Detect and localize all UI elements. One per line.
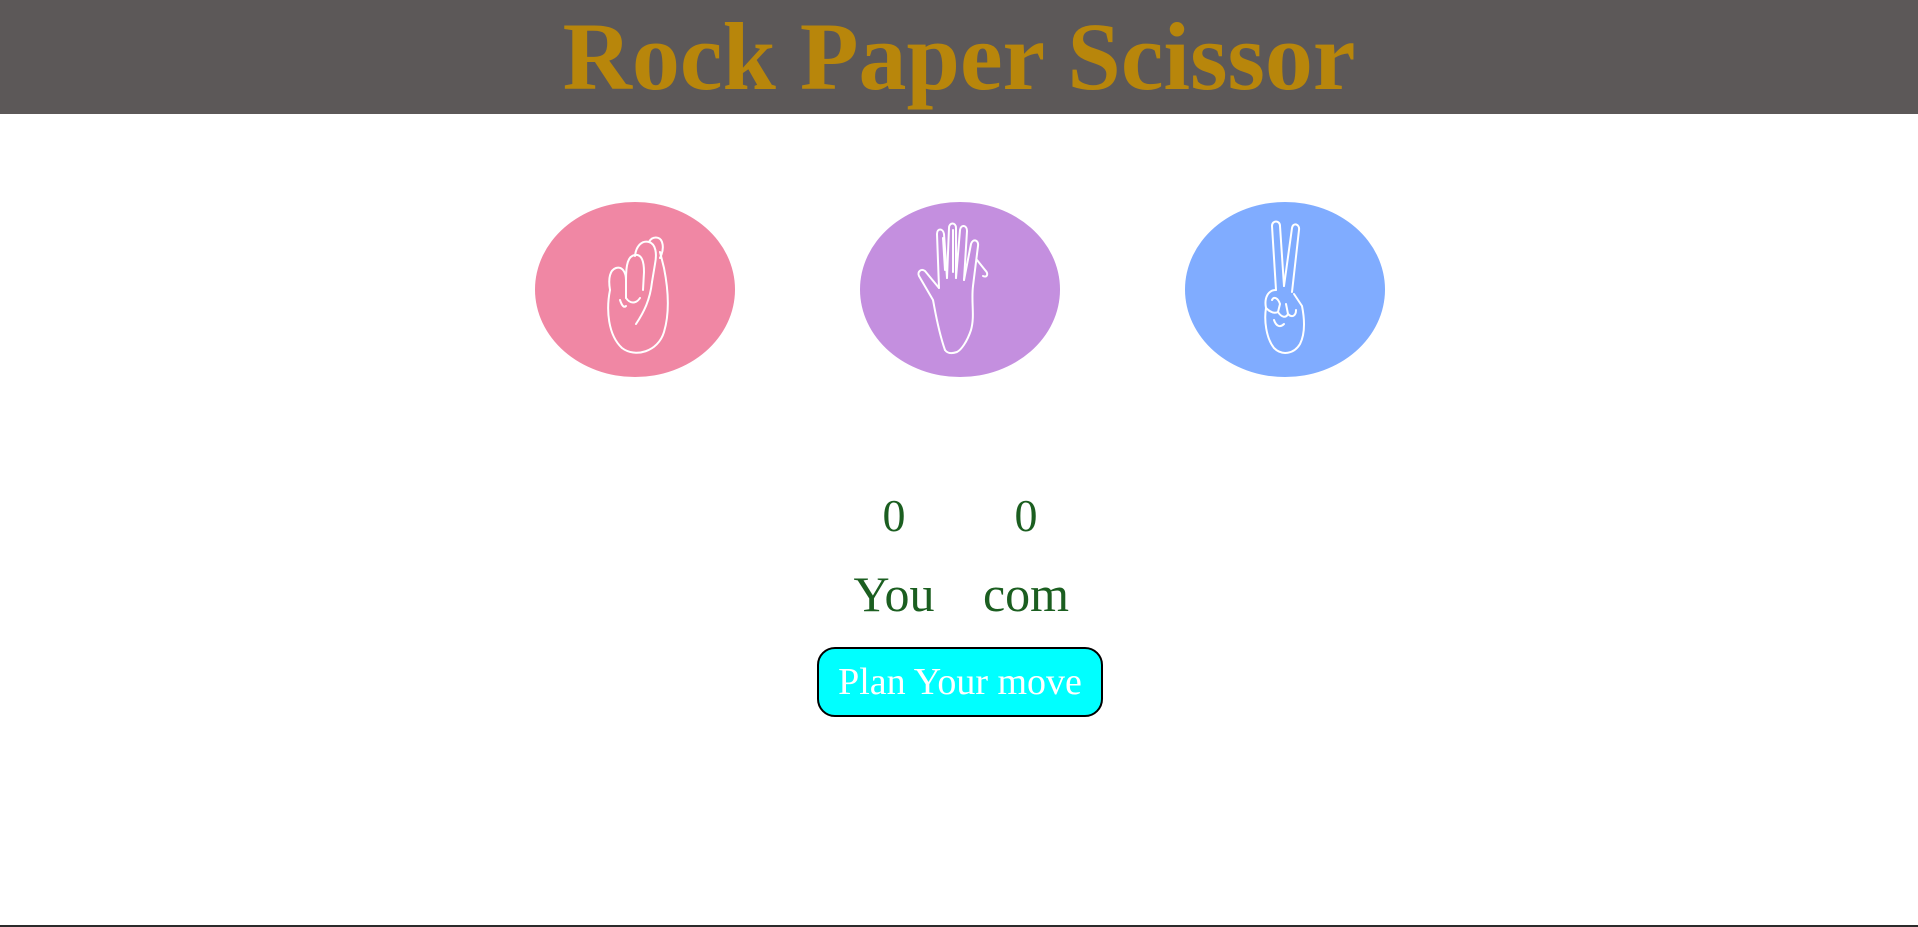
comp-score-column: 0 com: [956, 488, 1096, 624]
choices-container: [0, 202, 1918, 377]
open-hand-icon: [917, 222, 989, 354]
page-title: Rock Paper Scissor: [562, 3, 1356, 110]
user-score: 0: [882, 490, 906, 541]
comp-score-label: com: [982, 566, 1070, 622]
header-bar: Rock Paper Scissor: [0, 0, 1918, 114]
comp-score: 0: [1014, 490, 1038, 541]
scoreboard: 0 You 0 com: [0, 488, 1918, 622]
peace-hand-icon: [1264, 220, 1305, 354]
message-button[interactable]: Plan Your move: [817, 647, 1103, 717]
user-score-column: 0 You: [824, 488, 964, 624]
page: Rock Paper Scissor 0 You 0 com Plan Your…: [0, 0, 1918, 927]
fist-icon: [607, 236, 669, 354]
rock-choice-button[interactable]: [535, 202, 735, 377]
paper-choice-button[interactable]: [860, 202, 1060, 377]
user-score-label: You: [853, 566, 935, 622]
scissors-choice-button[interactable]: [1185, 202, 1385, 377]
